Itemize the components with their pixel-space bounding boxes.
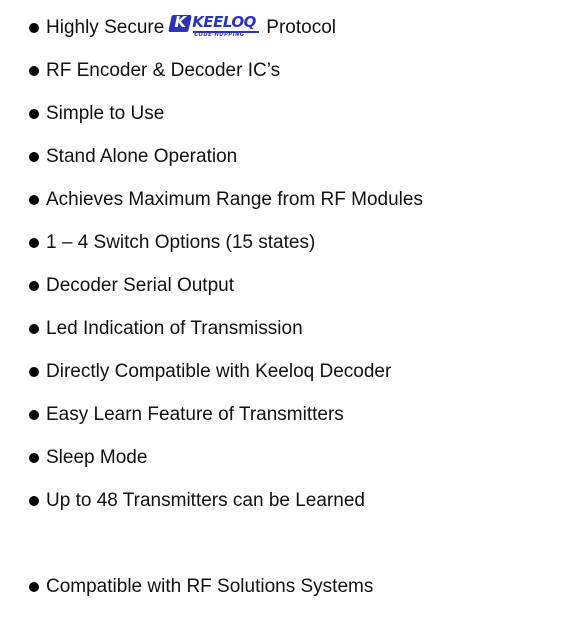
bullet-icon [29, 410, 39, 420]
feature-text: RF Encoder & Decoder IC’s [46, 60, 281, 81]
feature-item-secure-protocol: Highly Secure K KEELOQ CODE HOPPING Protocol [0, 13, 576, 42]
bullet-icon [29, 238, 39, 248]
feature-text: Directly Compatible with Keeloq Decoder [46, 361, 392, 382]
feature-item: Stand Alone Operation [0, 143, 576, 171]
bullet-icon [29, 66, 39, 76]
keeloq-logo-subtitle: CODE HOPPING [194, 32, 245, 38]
feature-item: Up to 48 Transmitters can be Learned [0, 487, 576, 515]
feature-text: Compatible with RF Solutions Systems [46, 576, 374, 597]
feature-item: Directly Compatible with Keeloq Decoder [0, 358, 576, 386]
feature-item: RF Encoder & Decoder IC’s [0, 57, 576, 85]
bullet-icon [29, 367, 39, 377]
feature-item: Easy Learn Feature of Transmitters [0, 401, 576, 429]
feature-item: Achieves Maximum Range from RF Modules [0, 186, 576, 214]
bullet-icon [29, 23, 39, 33]
feature-text: Led Indication of Transmission [46, 318, 303, 339]
feature-item: Decoder Serial Output [0, 272, 576, 300]
feature-prefix: Highly Secure [46, 17, 165, 38]
bullet-icon [29, 496, 39, 506]
feature-text: Achieves Maximum Range from RF Modules [46, 189, 423, 210]
keeloq-logo: K KEELOQ CODE HOPPING [168, 13, 262, 38]
feature-text: Stand Alone Operation [46, 146, 238, 167]
bullet-icon [29, 195, 39, 205]
feature-item: Sleep Mode [0, 444, 576, 472]
feature-item: Simple to Use [0, 100, 576, 128]
feature-item: 1 – 4 Switch Options (15 states) [0, 229, 576, 257]
feature-text: Highly Secure K KEELOQ CODE HOPPING Protocol [46, 13, 336, 42]
feature-text: Decoder Serial Output [46, 275, 234, 296]
bullet-icon [29, 324, 39, 334]
bullet-icon [29, 453, 39, 463]
bullet-icon [29, 109, 39, 119]
feature-text: Easy Learn Feature of Transmitters [46, 404, 344, 425]
keeloq-logo-letter: K [174, 13, 187, 31]
feature-text: 1 – 4 Switch Options (15 states) [46, 232, 316, 253]
feature-suffix: Protocol [266, 17, 336, 38]
feature-text: Simple to Use [46, 103, 165, 124]
bullet-icon [29, 152, 39, 162]
feature-item: Led Indication of Transmission [0, 315, 576, 343]
bullet-icon [29, 582, 39, 592]
feature-item: Compatible with RF Solutions Systems [0, 573, 576, 601]
bullet-icon [29, 281, 39, 291]
feature-text: Sleep Mode [46, 447, 148, 468]
feature-text: Up to 48 Transmitters can be Learned [46, 490, 365, 511]
keeloq-logo-wordmark: KEELOQ [192, 13, 256, 31]
